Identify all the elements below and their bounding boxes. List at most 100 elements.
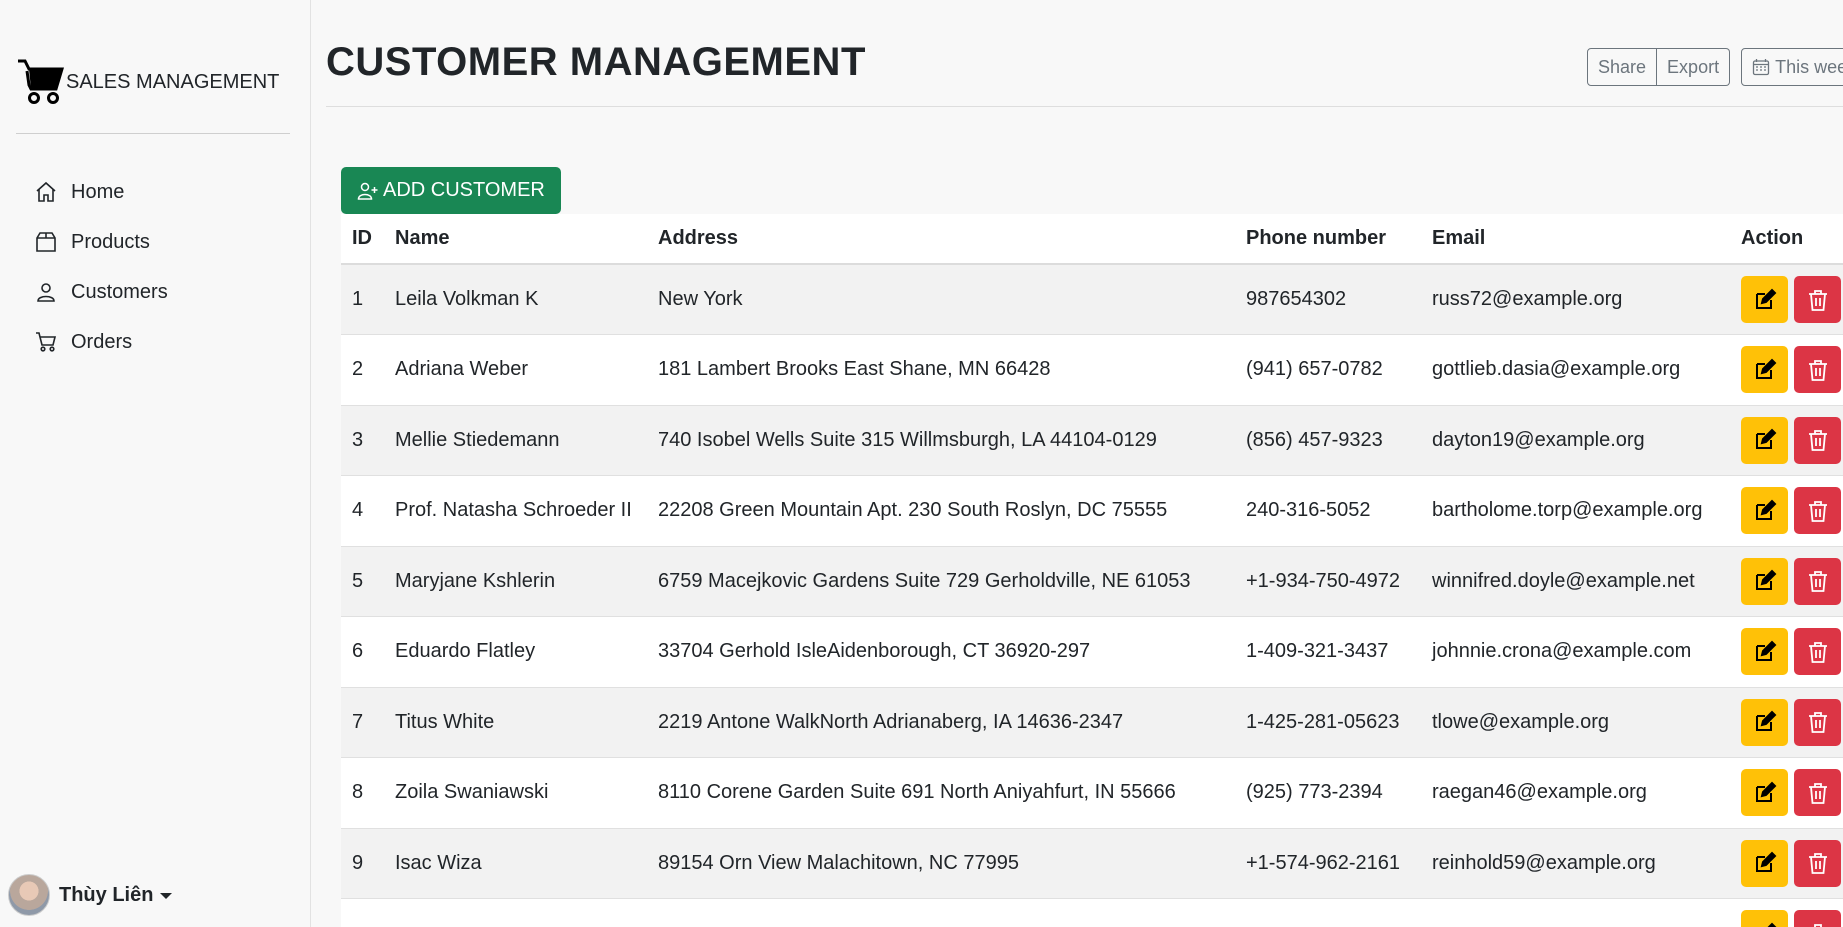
cell-address: 6759 Macejkovic Gardens Suite 729 Gerhol… — [658, 569, 1191, 592]
cell-name: Titus White — [395, 710, 495, 733]
brand-name: SALES MANAGEMENT — [66, 70, 280, 93]
edit-button[interactable] — [1741, 487, 1788, 535]
edit-button[interactable] — [1741, 628, 1788, 676]
sidebar-item-customers[interactable]: Customers — [34, 267, 168, 317]
delete-button[interactable] — [1794, 557, 1841, 605]
cell-email: winnifred.doyle@example.net — [1432, 569, 1695, 592]
delete-button[interactable] — [1794, 276, 1841, 323]
trash-icon — [1808, 571, 1827, 593]
table-row[interactable] — [341, 898, 1843, 927]
cell-action — [1730, 264, 1843, 335]
export-button[interactable]: Export — [1657, 48, 1731, 86]
column-header-address[interactable]: Address — [647, 214, 1235, 264]
add-customer-button[interactable]: ADD CUSTOMER — [341, 167, 561, 214]
column-header-action: Action — [1741, 227, 1804, 249]
edit-button[interactable] — [1741, 698, 1788, 746]
table-row[interactable]: 9 Isac Wiza 89154 Orn View Malachitown, … — [341, 828, 1843, 899]
table-row[interactable]: 3 Mellie Stiedemann 740 Isobel Wells Sui… — [341, 405, 1843, 476]
cell-action — [1730, 828, 1843, 899]
sidebar-item-label: Products — [71, 230, 150, 253]
trash-icon — [1808, 500, 1827, 522]
cell-phone: (941) 657-0782 — [1246, 358, 1383, 381]
cell-email: johnnie.crona@example.com — [1432, 640, 1692, 663]
column-header-email[interactable]: Email — [1421, 214, 1730, 264]
edit-button[interactable] — [1741, 910, 1788, 927]
cell-name: Mellie Stiedemann — [395, 428, 560, 451]
trash-icon — [1808, 712, 1827, 734]
cart-icon — [36, 332, 57, 352]
sidebar-item-products[interactable]: Products — [34, 217, 168, 267]
cell-phone: (925) 773-2394 — [1246, 781, 1383, 804]
period-label: This week — [1775, 56, 1843, 77]
table-row[interactable]: 4 Prof. Natasha Schroeder II 22208 Green… — [341, 475, 1843, 547]
share-button[interactable]: Share — [1587, 48, 1658, 86]
user-menu[interactable]: Thùy Liên — [8, 874, 173, 916]
cell-name: Eduardo Flatley — [395, 640, 536, 663]
trash-icon — [1808, 923, 1827, 927]
avatar — [8, 874, 50, 916]
table-row[interactable]: 7 Titus White 2219 Antone WalkNorth Adri… — [341, 687, 1843, 758]
edit-button[interactable] — [1741, 416, 1788, 464]
table-row[interactable]: 2 Adriana Weber 181 Lambert Brooks East … — [341, 334, 1843, 406]
cell-address: 22208 Green Mountain Apt. 230 South Rosl… — [658, 499, 1168, 522]
edit-button[interactable] — [1741, 557, 1788, 605]
cell-id: 1 — [352, 288, 364, 310]
sidebar-divider — [16, 133, 290, 134]
trash-icon — [1808, 853, 1827, 875]
edit-button[interactable] — [1741, 839, 1788, 887]
cell-id: 4 — [352, 499, 364, 522]
edit-icon — [1755, 428, 1776, 450]
cell-email: gottlieb.dasia@example.org — [1432, 358, 1681, 381]
cell-action — [1730, 617, 1843, 688]
delete-button[interactable] — [1794, 839, 1841, 887]
cell-name — [384, 899, 647, 927]
cell-address: 33704 Gerhold IsleAidenborough, CT 36920… — [658, 640, 1091, 663]
cell-id: 6 — [352, 640, 364, 663]
table-row[interactable]: 8 Zoila Swaniawski 8110 Corene Garden Su… — [341, 757, 1843, 828]
edit-icon — [1755, 569, 1776, 591]
cell-id — [341, 899, 384, 927]
edit-icon — [1755, 851, 1776, 873]
cell-phone: (856) 457-9323 — [1246, 428, 1383, 451]
sidebar-item-home[interactable]: Home — [34, 167, 168, 217]
column-header-name[interactable]: Name — [384, 214, 647, 264]
cell-phone: +1-934-750-4972 — [1246, 569, 1401, 592]
column-header-phone[interactable]: Phone number — [1235, 214, 1421, 264]
sidebar-item-orders[interactable]: Orders — [34, 317, 168, 367]
delete-button[interactable] — [1794, 416, 1841, 464]
edit-button[interactable] — [1741, 276, 1788, 323]
cell-action — [1730, 335, 1843, 406]
cell-id: 2 — [352, 358, 364, 381]
cell-phone — [1235, 899, 1421, 927]
table-row[interactable]: 1 Leila Volkman K New York 987654302 rus… — [341, 264, 1843, 335]
edit-icon — [1755, 499, 1776, 520]
trash-icon — [1808, 641, 1827, 663]
table-row[interactable]: 5 Maryjane Kshlerin 6759 Macejkovic Gard… — [341, 546, 1843, 617]
table-row[interactable]: 6 Eduardo Flatley 33704 Gerhold IsleAide… — [341, 616, 1843, 688]
sidebar-nav: Home Products Customers Orders — [34, 167, 168, 367]
edit-button[interactable] — [1741, 769, 1788, 817]
delete-button[interactable] — [1794, 487, 1841, 535]
box-icon — [36, 232, 56, 252]
share-export-group: Share Export — [1587, 48, 1731, 86]
sidebar-item-label: Customers — [71, 280, 168, 303]
delete-button[interactable] — [1794, 910, 1841, 927]
cell-phone: 240-316-5052 — [1246, 499, 1371, 522]
delete-button[interactable] — [1794, 628, 1841, 676]
period-dropdown[interactable]: This week — [1741, 48, 1843, 86]
cell-phone: 1-425-281-05623 — [1246, 710, 1400, 733]
delete-button[interactable] — [1794, 769, 1841, 817]
delete-button[interactable] — [1794, 346, 1841, 394]
cell-name: Leila Volkman K — [395, 288, 539, 310]
add-customer-label: ADD CUSTOMER — [383, 179, 545, 201]
cell-action — [1730, 476, 1843, 547]
brand[interactable]: SALES MANAGEMENT — [16, 52, 279, 108]
cell-id: 3 — [352, 428, 364, 451]
home-icon — [36, 181, 56, 202]
delete-button[interactable] — [1794, 698, 1841, 746]
column-header-id[interactable]: ID — [341, 214, 384, 264]
edit-icon — [1755, 288, 1776, 309]
cell-address: 89154 Orn View Malachitown, NC 77995 — [658, 851, 1019, 874]
edit-button[interactable] — [1741, 346, 1788, 394]
cell-address — [647, 899, 1235, 927]
